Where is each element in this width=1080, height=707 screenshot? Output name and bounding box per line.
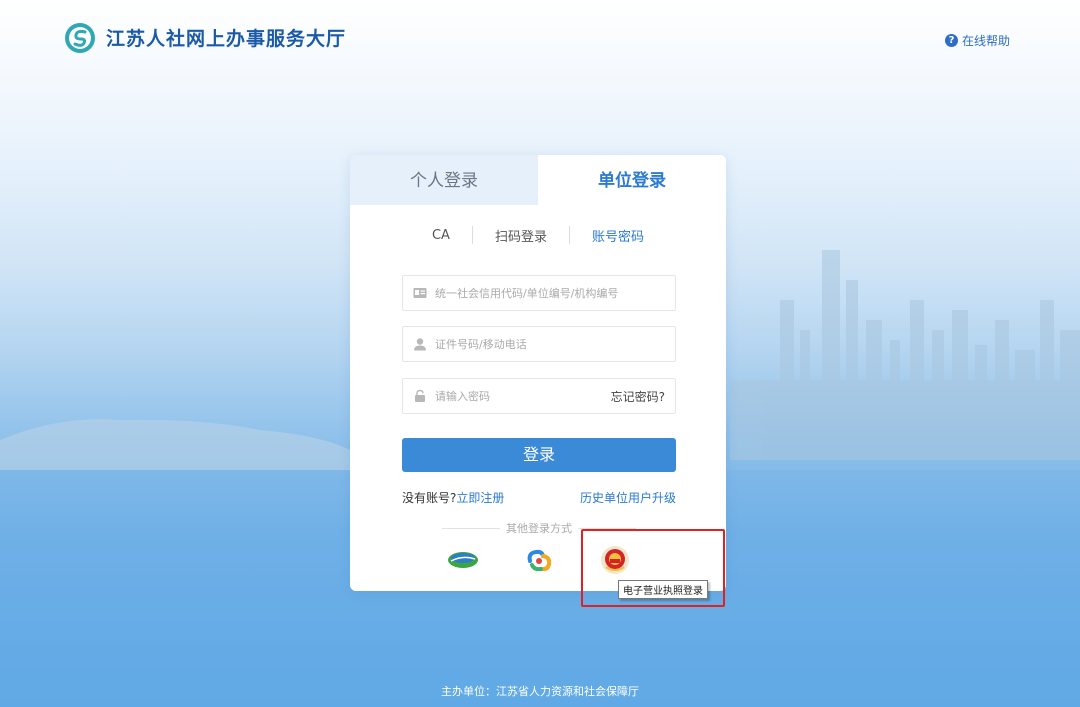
subtab-ca[interactable]: CA bbox=[410, 228, 472, 243]
swirl-app-icon[interactable] bbox=[522, 543, 556, 577]
credit-code-input[interactable] bbox=[435, 286, 675, 300]
other-login-label: 其他登录方式 bbox=[506, 522, 572, 535]
credit-code-field[interactable] bbox=[402, 275, 676, 311]
register-now-link[interactable]: 立即注册 bbox=[456, 491, 504, 505]
forgot-password-link[interactable]: 忘记密码? bbox=[611, 388, 665, 405]
help-label: 在线帮助 bbox=[961, 34, 1010, 48]
user-icon bbox=[414, 338, 426, 351]
site-title: 江苏人社网上办事服务大厅 bbox=[106, 28, 347, 50]
business-license-tooltip: 电子营业执照登录 bbox=[618, 580, 708, 599]
tab-unit-login[interactable]: 单位登录 bbox=[538, 155, 726, 205]
id-card-icon bbox=[413, 288, 427, 298]
help-icon: ? bbox=[944, 34, 958, 47]
login-type-tabs: 个人登录 单位登录 bbox=[350, 155, 726, 205]
tab-personal-login[interactable]: 个人登录 bbox=[350, 155, 538, 205]
divider-line bbox=[442, 527, 500, 529]
id-phone-input[interactable] bbox=[435, 337, 675, 351]
upgrade-user-link[interactable]: 历史单位用户升级 bbox=[580, 489, 676, 506]
online-help-link[interactable]: ? 在线帮助 bbox=[944, 32, 1010, 49]
footer-sponsor: 主办单位：江苏省人力资源和社会保障厅 bbox=[441, 685, 639, 698]
site-logo-icon bbox=[65, 23, 95, 53]
register-prompt: 没有账号?立即注册 bbox=[402, 489, 504, 506]
login-method-tabs: CA 扫码登录 账号密码 bbox=[350, 224, 726, 246]
subtab-account-password[interactable]: 账号密码 bbox=[570, 226, 666, 245]
no-account-text: 没有账号? bbox=[402, 491, 457, 505]
password-input[interactable] bbox=[435, 389, 611, 403]
lock-icon bbox=[415, 389, 425, 402]
jiangsu-gov-icon[interactable] bbox=[446, 543, 480, 577]
login-card: 个人登录 单位登录 CA 扫码登录 账号密码 忘记密码? 登录 bbox=[350, 155, 726, 591]
id-phone-field[interactable] bbox=[402, 326, 676, 362]
password-field[interactable]: 忘记密码? bbox=[402, 378, 676, 414]
subtab-scan-login[interactable]: 扫码登录 bbox=[473, 226, 569, 245]
register-row: 没有账号?立即注册 历史单位用户升级 bbox=[402, 489, 676, 507]
login-button[interactable]: 登录 bbox=[402, 438, 676, 472]
